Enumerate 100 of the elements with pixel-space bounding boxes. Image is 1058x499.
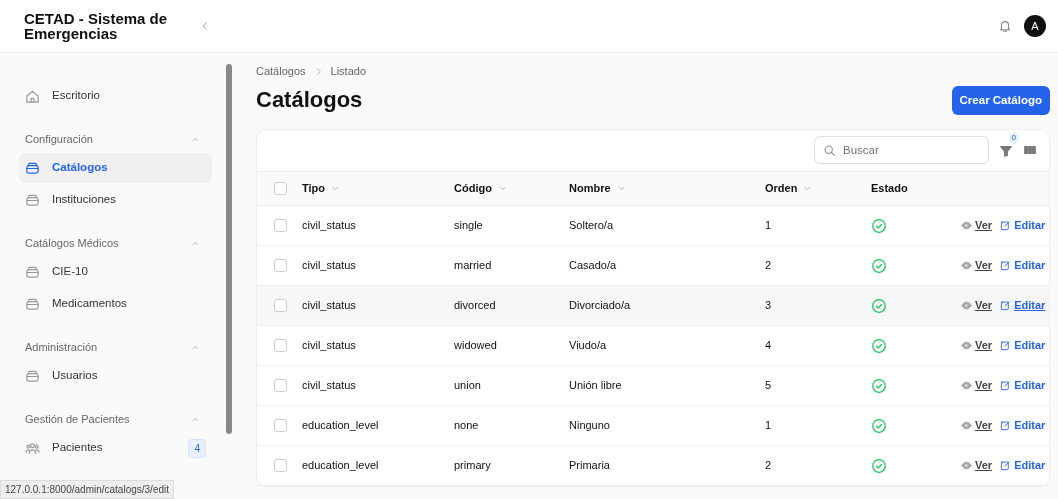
eye-icon <box>961 459 972 471</box>
table-cell: 5 <box>765 379 772 391</box>
breadcrumb-link[interactable]: Listado <box>330 63 367 80</box>
tray-icon <box>25 264 40 280</box>
edit-link[interactable]: Editar <box>1000 457 1046 474</box>
edit-icon <box>1000 459 1012 471</box>
view-link[interactable]: Ver <box>961 457 993 474</box>
tray-icon <box>25 160 40 176</box>
table-cell: Casado/a <box>569 259 617 271</box>
row-checkbox[interactable] <box>274 418 287 432</box>
edit-icon <box>1000 219 1012 231</box>
table-cell: 1 <box>765 419 772 431</box>
table-row[interactable]: education_level none Ninguno 1 Ver Editar <box>257 405 1049 446</box>
app-title: CETAD - Sistema de Emergencias <box>24 11 169 41</box>
column-header[interactable]: Código <box>454 180 507 197</box>
eye-icon <box>961 219 972 231</box>
table-cell: Soltero/a <box>569 219 614 231</box>
table-cell: primary <box>454 459 491 471</box>
view-link[interactable]: Ver <box>961 217 993 234</box>
eye-icon <box>961 299 972 311</box>
tray-icon <box>25 368 40 384</box>
row-checkbox[interactable] <box>274 458 287 472</box>
table-cell: union <box>454 379 481 391</box>
table-cell: 2 <box>765 459 772 471</box>
table-cell: 4 <box>765 339 772 351</box>
table-cell: Primaria <box>569 459 610 471</box>
table-cell: married <box>454 259 492 271</box>
group-header[interactable]: Configuración <box>19 125 212 153</box>
table-cell: Divorciado/a <box>569 299 631 311</box>
view-link[interactable]: Ver <box>961 257 993 274</box>
edit-icon <box>1000 299 1012 311</box>
edit-link[interactable]: Editar <box>1000 377 1046 394</box>
view-link[interactable]: Ver <box>961 297 993 314</box>
row-checkbox[interactable] <box>274 258 287 272</box>
edit-link[interactable]: Editar <box>1000 337 1046 354</box>
table-cell: 3 <box>765 299 772 311</box>
edit-link[interactable]: Editar <box>1000 217 1046 234</box>
sidebar-item[interactable]: Escritorio <box>19 81 212 111</box>
table-cell: 2 <box>765 259 772 271</box>
bell-icon <box>998 19 1012 33</box>
filter-icon <box>999 144 1013 159</box>
select-all-checkbox[interactable] <box>274 181 287 195</box>
row-checkbox[interactable] <box>274 378 287 392</box>
table-cell: civil_status <box>302 219 356 231</box>
table-cell: single <box>454 219 483 231</box>
breadcrumb-link[interactable]: Catálogos <box>256 63 306 80</box>
view-link[interactable]: Ver <box>961 417 993 434</box>
table-cell: education_level <box>302 419 379 431</box>
edit-icon <box>1000 419 1012 431</box>
edit-link[interactable]: Editar <box>1000 297 1046 314</box>
table-cell: divorced <box>454 299 496 311</box>
table-row[interactable]: education_level primary Primaria 2 Ver Editar <box>257 445 1049 486</box>
column-header[interactable]: Tipo <box>302 180 340 197</box>
edit-link[interactable]: Editar <box>1000 257 1046 274</box>
sidebar-item[interactable]: Pacientes 4 <box>19 433 212 463</box>
edit-icon <box>1000 379 1012 391</box>
table-cell: civil_status <box>302 379 356 391</box>
table-cell: civil_status <box>302 339 356 351</box>
table-cell: Viudo/a <box>569 339 607 351</box>
table-cell: civil_status <box>302 259 356 271</box>
sidebar-item[interactable]: Medicamentos <box>19 289 212 319</box>
edit-icon <box>1000 259 1012 271</box>
avatar[interactable]: A <box>1024 15 1046 37</box>
filter-count: 0 <box>1008 132 1019 145</box>
table-row[interactable]: civil_status widowed Viudo/a 4 Ver Editar <box>257 325 1049 366</box>
row-checkbox[interactable] <box>274 298 287 312</box>
row-checkbox[interactable] <box>274 338 287 352</box>
table-cell: education_level <box>302 459 379 471</box>
scrollbar[interactable] <box>226 64 232 434</box>
table-cell: civil_status <box>302 299 356 311</box>
sidebar-item[interactable]: Instituciones <box>19 185 212 215</box>
edit-link[interactable]: Editar <box>1000 417 1046 434</box>
column-header[interactable]: Orden <box>765 180 813 197</box>
house-icon <box>25 88 40 104</box>
eye-icon <box>961 379 972 391</box>
table-row[interactable]: civil_status divorced Divorciado/a 3 Ver Editar <box>257 285 1049 326</box>
group-header[interactable]: Administración <box>19 333 212 361</box>
eye-icon <box>961 339 972 351</box>
sidebar-item[interactable]: Catálogos <box>19 153 212 183</box>
page-title: Catálogos <box>256 86 363 114</box>
group-header[interactable]: Gestión de Pacientes <box>19 405 212 433</box>
people-icon <box>25 440 40 456</box>
view-link[interactable]: Ver <box>961 337 993 354</box>
tray-icon <box>25 192 40 208</box>
column-header[interactable]: Nombre <box>569 180 626 197</box>
column-header[interactable]: Estado <box>871 180 908 197</box>
table-row[interactable]: civil_status married Casado/a 2 Ver Editar <box>257 245 1049 286</box>
search-field[interactable]: Buscar <box>814 136 989 165</box>
status-url: 127.0.0.1:8000/admin/catalogs/3/edit <box>0 480 174 499</box>
table-cell: widowed <box>454 339 497 351</box>
table-cell: 1 <box>765 219 772 231</box>
create-button[interactable]: Crear Catálogo <box>951 85 1050 115</box>
count-badge: 4 <box>188 438 206 458</box>
view-link[interactable]: Ver <box>961 377 993 394</box>
group-header[interactable]: Catálogos Médicos <box>19 229 212 257</box>
sidebar-item[interactable]: CIE-10 <box>19 257 212 287</box>
row-checkbox[interactable] <box>274 218 287 232</box>
sidebar-item[interactable]: Usuarios <box>19 361 212 391</box>
table-row[interactable]: civil_status single Soltero/a 1 Ver Editar <box>257 205 1049 246</box>
table-row[interactable]: civil_status union Unión libre 5 Ver Editar <box>257 365 1049 406</box>
